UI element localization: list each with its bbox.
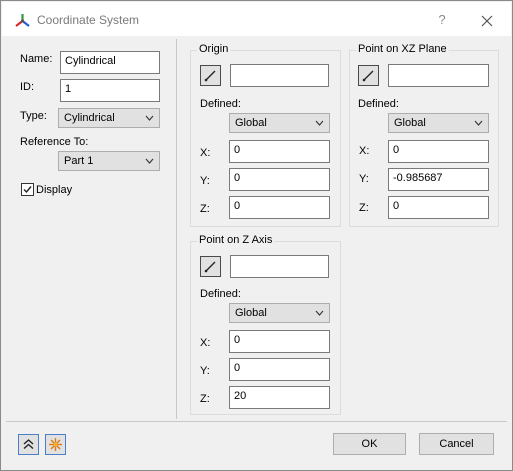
close-icon — [481, 15, 493, 27]
display-label: Display — [36, 184, 73, 196]
origin-y-label: Y: — [200, 175, 210, 187]
reference-dropdown-value: Part 1 — [64, 155, 94, 167]
origin-x-field[interactable]: 0 — [229, 140, 330, 163]
checkmark-icon — [23, 186, 32, 194]
xz-plane-pick-field[interactable] — [388, 64, 489, 87]
origin-x-label: X: — [200, 147, 211, 159]
z-axis-defined-label: Defined: — [200, 288, 241, 300]
z-axis-pick-field[interactable] — [230, 255, 329, 278]
collapse-button[interactable] — [18, 434, 39, 455]
origin-pick-button[interactable] — [200, 65, 221, 86]
options-button[interactable] — [45, 434, 66, 455]
column-divider — [176, 39, 177, 419]
z-axis-y-field[interactable]: 0 — [229, 358, 330, 381]
help-button[interactable]: ? — [432, 10, 452, 30]
coordinate-system-dialog: Coordinate System ? Name: Cylindrical ID… — [0, 0, 513, 471]
z-axis-defined-dropdown[interactable]: Global — [229, 303, 330, 323]
pick-point-icon — [204, 70, 216, 82]
origin-y-field[interactable]: 0 — [229, 168, 330, 191]
xz-plane-x-field[interactable]: 0 — [388, 140, 489, 163]
origin-pick-field[interactable] — [230, 64, 329, 87]
footer-divider — [6, 421, 507, 422]
type-dropdown-value: Cylindrical — [64, 112, 115, 124]
close-button[interactable] — [476, 10, 498, 32]
help-icon: ? — [438, 12, 446, 27]
xz-plane-z-label: Z: — [359, 202, 369, 214]
chevron-down-icon — [145, 158, 154, 164]
cancel-button[interactable]: Cancel — [419, 433, 494, 455]
starburst-icon — [49, 438, 62, 451]
xz-plane-pick-button[interactable] — [358, 65, 379, 86]
xz-plane-y-label: Y: — [359, 173, 369, 185]
origin-z-label: Z: — [200, 203, 210, 215]
chevron-down-icon — [145, 115, 154, 121]
z-axis-y-label: Y: — [200, 365, 210, 377]
z-axis-pick-button[interactable] — [200, 256, 221, 277]
z-axis-defined-value: Global — [235, 307, 267, 319]
name-label: Name: — [20, 53, 53, 65]
type-dropdown[interactable]: Cylindrical — [58, 108, 160, 128]
xz-plane-group-title: Point on XZ Plane — [356, 43, 449, 55]
xz-plane-defined-value: Global — [394, 117, 426, 129]
xz-plane-z-field[interactable]: 0 — [388, 196, 489, 219]
chevron-down-icon — [315, 310, 324, 316]
reference-to-label: Reference To: — [20, 136, 89, 148]
origin-defined-label: Defined: — [200, 98, 241, 110]
pick-point-icon — [362, 70, 374, 82]
origin-z-field[interactable]: 0 — [229, 196, 330, 219]
chevron-down-icon — [474, 120, 483, 126]
origin-group-title: Origin — [197, 43, 231, 55]
z-axis-z-label: Z: — [200, 393, 210, 405]
origin-defined-dropdown[interactable]: Global — [229, 113, 330, 133]
z-axis-z-field[interactable]: 20 — [229, 386, 330, 409]
origin-defined-value: Global — [235, 117, 267, 129]
xz-plane-defined-label: Defined: — [358, 98, 399, 110]
z-axis-group-title: Point on Z Axis — [197, 234, 275, 246]
z-axis-x-label: X: — [200, 337, 211, 349]
type-label: Type: — [20, 110, 47, 122]
id-label: ID: — [20, 81, 35, 93]
xz-plane-defined-dropdown[interactable]: Global — [388, 113, 489, 133]
window-title: Coordinate System — [37, 13, 140, 27]
name-field[interactable]: Cylindrical — [60, 51, 160, 74]
chevron-down-icon — [315, 120, 324, 126]
coordinate-axes-icon — [15, 14, 30, 27]
title-bar: Coordinate System ? — [2, 2, 511, 36]
z-axis-x-field[interactable]: 0 — [229, 330, 330, 353]
id-field[interactable]: 1 — [60, 79, 160, 102]
display-checkbox[interactable] — [21, 183, 34, 196]
ok-button[interactable]: OK — [333, 433, 406, 455]
pick-point-icon — [204, 261, 216, 273]
double-chevron-up-icon — [23, 439, 34, 450]
xz-plane-y-field[interactable]: -0.985687 — [388, 168, 489, 191]
reference-dropdown[interactable]: Part 1 — [58, 151, 160, 171]
xz-plane-x-label: X: — [359, 145, 370, 157]
